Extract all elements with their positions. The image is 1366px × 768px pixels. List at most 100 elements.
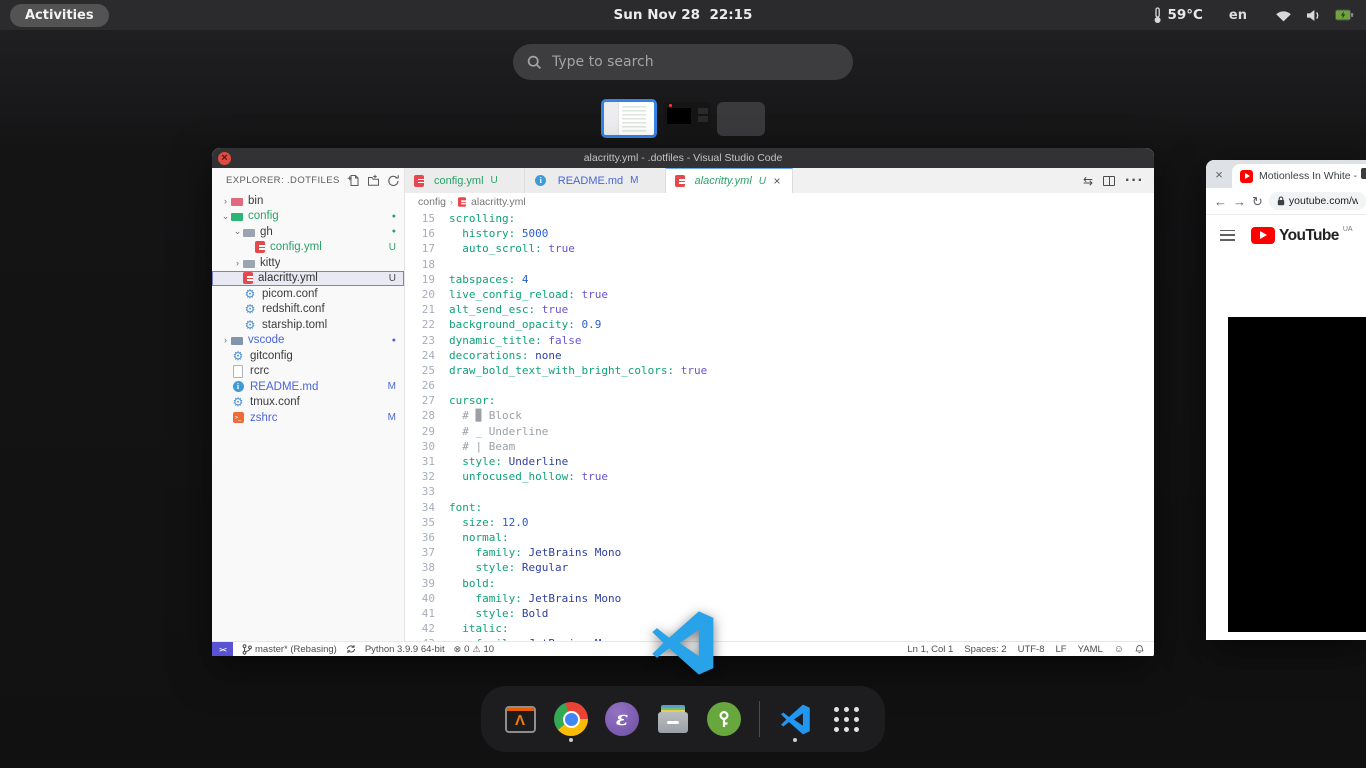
remote-indicator[interactable] [212, 642, 233, 656]
workspace-mini-video [667, 108, 691, 124]
code-line: 25draw_bold_text_with_bright_colors: tru… [405, 363, 1154, 378]
notifications-bell-icon[interactable] [1135, 644, 1144, 655]
search-bar[interactable]: Type to search [513, 44, 853, 80]
file-tree-item[interactable]: ⌄ config ● [212, 209, 404, 225]
interpreter-label: Python 3.9.9 64-bit [365, 644, 445, 655]
workspace-thumbnail-browser[interactable] [663, 102, 711, 136]
file-tree-item[interactable]: › bin [212, 193, 404, 209]
code-line: 30 # | Beam [405, 439, 1154, 454]
line-number: 33 [405, 484, 435, 499]
file-tree-item[interactable]: ⌄ gh ● [212, 224, 404, 240]
dock-item-alacritty[interactable] [501, 699, 539, 739]
file-tree-item[interactable]: zshrc M [212, 410, 404, 426]
file-tree-item[interactable]: tmux.conf [212, 395, 404, 411]
file-tree-item[interactable]: gitconfig [212, 348, 404, 364]
dock-item-passwords[interactable] [705, 699, 743, 739]
show-applications-button[interactable] [827, 699, 865, 739]
code-text: live_config_reload: true [449, 287, 608, 302]
code-line: 26 [405, 378, 1154, 393]
editor-tab[interactable]: config.yml U [405, 168, 525, 193]
new-folder-icon[interactable] [367, 173, 380, 188]
youtube-logo[interactable]: YouTube UA [1251, 225, 1353, 246]
language-mode[interactable]: YAML [1078, 644, 1103, 655]
vscode-app-icon[interactable] [650, 610, 716, 676]
keyboard-layout[interactable]: en [1229, 8, 1247, 23]
file-tree-item[interactable]: redshift.conf [212, 302, 404, 318]
dock-item-vscode[interactable] [776, 699, 814, 739]
git-branch-status[interactable]: master* (Rebasing) [242, 644, 337, 655]
file-tree-item[interactable]: README.md M [212, 379, 404, 395]
browser-tab[interactable]: Motionless In White - [1232, 164, 1366, 188]
vscode-titlebar[interactable]: alacritty.yml - .dotfiles - Visual Studi… [212, 148, 1154, 168]
file-tree-item[interactable]: rcrc [212, 364, 404, 380]
breadcrumb[interactable]: config › alacritty.yml [405, 193, 1154, 210]
close-tab-icon[interactable] [1206, 160, 1232, 188]
git-status-badge: M [382, 381, 396, 392]
activities-button[interactable]: Activities [10, 4, 109, 27]
clock[interactable]: Sun Nov 28 22:15 [614, 7, 753, 23]
video-player[interactable] [1228, 317, 1366, 632]
dock-item-chrome[interactable] [552, 699, 590, 739]
code-editor[interactable]: 15scrolling: 16 history: 5000 17 auto_sc… [405, 210, 1154, 641]
expand-chevron-icon: ⌄ [220, 211, 231, 222]
code-line: 21alt_send_esc: true [405, 302, 1154, 317]
python-interpreter[interactable]: Python 3.9.9 64-bit [365, 644, 445, 655]
editor-tab[interactable]: alacritty.yml U × [666, 168, 793, 193]
line-number: 26 [405, 378, 435, 393]
file-type-icon [255, 241, 265, 253]
eol-setting[interactable]: LF [1056, 644, 1067, 655]
encoding-setting[interactable]: UTF-8 [1018, 644, 1045, 655]
open-changes-icon[interactable] [1083, 172, 1093, 190]
errors-count: 0 [464, 644, 469, 655]
breadcrumb-folder[interactable]: config [418, 196, 446, 208]
more-actions-icon[interactable] [1125, 172, 1144, 190]
breadcrumb-file[interactable]: alacritty.yml [471, 196, 526, 208]
sync-button[interactable] [346, 644, 356, 654]
new-file-icon[interactable] [347, 173, 360, 188]
indentation-setting[interactable]: Spaces: 2 [964, 644, 1006, 655]
code-text: style: Regular [449, 560, 568, 575]
code-line: 34font: [405, 500, 1154, 515]
file-tree-item[interactable]: picom.conf [212, 286, 404, 302]
file-name: redshift.conf [262, 303, 325, 315]
code-text: style: Underline [449, 454, 568, 469]
file-tree-item[interactable]: › vscode ● [212, 333, 404, 349]
file-type-icon [231, 337, 243, 345]
workspace-thumbnail-vscode[interactable] [601, 99, 657, 138]
vscode-window[interactable]: alacritty.yml - .dotfiles - Visual Studi… [212, 148, 1154, 656]
workspace-mini-thumbs [698, 108, 708, 114]
feedback-icon[interactable] [1114, 644, 1124, 655]
git-status-badge: U [491, 175, 498, 186]
file-name: config [248, 210, 279, 222]
code-line: 20live_config_reload: true [405, 287, 1154, 302]
git-status-badge: M [630, 175, 638, 186]
file-type-icon [243, 287, 257, 300]
close-tab-icon[interactable]: × [771, 174, 783, 188]
menu-hamburger-icon[interactable] [1220, 230, 1235, 241]
address-bar[interactable]: youtube.com/wa [1269, 192, 1366, 210]
problems-status[interactable]: 0 10 [454, 644, 495, 655]
code-line: 18 [405, 257, 1154, 272]
workspace-thumbnail-empty[interactable] [717, 102, 765, 136]
file-tree-item[interactable]: › kitty [212, 255, 404, 271]
editor-tab[interactable]: README.md M [525, 168, 666, 193]
code-line: 39 bold: [405, 576, 1154, 591]
close-window-button[interactable] [218, 152, 231, 165]
back-icon[interactable]: ← [1214, 195, 1227, 208]
file-tree-item[interactable]: starship.toml [212, 317, 404, 333]
forward-icon[interactable]: → [1233, 195, 1246, 208]
youtube-region-label: UA [1343, 226, 1353, 233]
reload-icon[interactable]: ↻ [1252, 195, 1263, 208]
workspace-switcher [601, 99, 765, 138]
split-editor-icon[interactable] [1103, 176, 1115, 186]
cursor-position[interactable]: Ln 1, Col 1 [907, 644, 953, 655]
dock-item-files[interactable] [654, 699, 692, 739]
chrome-window[interactable]: Motionless In White - ← → ↻ youtube.com/… [1206, 160, 1366, 640]
file-tree-item[interactable]: alacritty.yml U [212, 271, 404, 287]
dock-item-emacs[interactable] [603, 699, 641, 739]
system-status-area[interactable]: 59°C en [1153, 7, 1354, 24]
code-text: size: 12.0 [449, 515, 528, 530]
code-line: 38 style: Regular [405, 560, 1154, 575]
refresh-icon[interactable] [387, 173, 400, 188]
file-tree-item[interactable]: config.yml U [212, 240, 404, 256]
